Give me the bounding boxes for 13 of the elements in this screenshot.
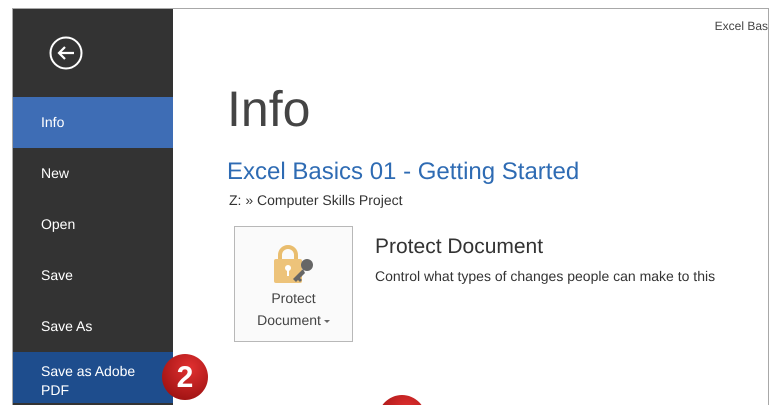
protect-document-button[interactable]: Protect Document — [234, 226, 353, 342]
document-title: Excel Basics 01 - Getting Started — [227, 157, 580, 187]
back-icon[interactable] — [49, 36, 83, 70]
section-title: Protect Document — [375, 234, 544, 260]
dropdown-caret-icon — [324, 320, 330, 323]
file-path: Z: » Computer Skills Project — [228, 191, 402, 210]
lock-key-icon — [272, 245, 314, 285]
page-heading: Info — [227, 83, 310, 135]
window-title: Excel Bas — [714, 18, 768, 33]
section-description: Control what types of changes people can make to this — [375, 267, 716, 286]
sidebar-item[interactable]: Info — [13, 97, 173, 148]
sidebar-item[interactable]: Save as Adobe PDF — [13, 352, 173, 403]
step-badge: 2 — [162, 354, 208, 400]
